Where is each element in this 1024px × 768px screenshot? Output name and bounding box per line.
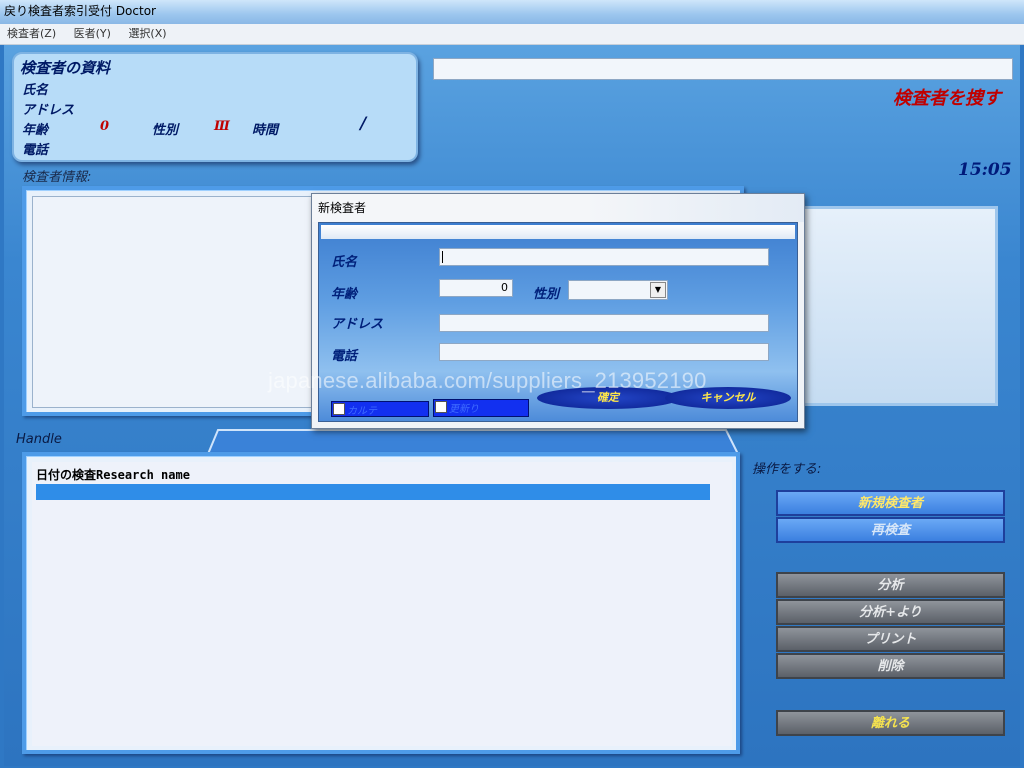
info-sex-label: 性別	[152, 123, 179, 138]
info-title: 検査者の資料	[20, 59, 111, 77]
patient-info-label: 検査者情報:	[22, 170, 92, 185]
info-time-label: 時間	[252, 123, 279, 138]
watermark: japanese.alibaba.com/suppliers_213952190	[268, 368, 707, 393]
menu-examiner[interactable]: 検査者(Z)	[0, 24, 63, 44]
handle-label: Handle	[16, 432, 62, 447]
info-phone-label: 電話	[22, 143, 49, 158]
dialog-name-label: 氏名	[331, 255, 358, 270]
dialog-phone-label: 電話	[331, 349, 358, 364]
dialog-chart-checkbox[interactable]: カルテ	[331, 401, 429, 417]
search-label[interactable]: 検査者を捜す	[893, 84, 1001, 110]
info-age-value: 0	[100, 119, 110, 134]
text-cursor	[442, 251, 443, 263]
dialog-update-checkbox[interactable]: 更新り	[433, 399, 529, 417]
preview-panel	[802, 206, 998, 406]
leave-button[interactable]: 離れる	[776, 710, 1005, 736]
dialog-title: 新検査者	[312, 194, 804, 222]
info-time-value: /	[360, 114, 367, 134]
delete-button[interactable]: 削除	[776, 653, 1005, 679]
dialog-address-input[interactable]	[439, 314, 769, 332]
analyze-more-button[interactable]: 分析+より	[776, 599, 1005, 625]
clock: 15:05	[958, 160, 1012, 180]
info-address-label: アドレス	[22, 103, 75, 118]
checkbox-box[interactable]	[333, 403, 345, 415]
list-item[interactable]	[36, 484, 710, 500]
research-list[interactable]: 日付の検査Research name	[32, 462, 732, 746]
info-age-label: 年齢	[22, 123, 49, 138]
dialog-chart-checkbox-label: カルテ	[347, 406, 377, 417]
research-list-header: 日付の検査Research name	[36, 468, 190, 482]
menu-doctor[interactable]: 医者(Y)	[67, 24, 118, 44]
window-title-bar: 戻り検査者索引受付 Doctor	[0, 0, 1024, 24]
dialog-phone-input[interactable]	[439, 343, 769, 361]
operations-label: 操作をする:	[752, 462, 822, 477]
menu-bar: 検査者(Z) 医者(Y) 選択(X)	[0, 24, 1024, 45]
checkbox-box[interactable]	[435, 401, 447, 413]
dialog-age-label: 年齢	[331, 287, 358, 302]
analyze-button[interactable]: 分析	[776, 572, 1005, 598]
dialog-sex-label: 性別	[533, 287, 560, 302]
research-list-panel: 日付の検査Research name	[22, 452, 740, 754]
chevron-down-icon[interactable]: ▼	[650, 282, 666, 298]
dialog-age-input[interactable]: 0	[439, 279, 513, 297]
print-button[interactable]: プリント	[776, 626, 1005, 652]
info-sex-value: Ⅲ	[214, 119, 230, 134]
menu-select[interactable]: 選択(X)	[121, 24, 173, 44]
dialog-name-input[interactable]	[439, 248, 769, 266]
dialog-sex-select[interactable]: ▼	[568, 280, 668, 300]
info-name-label: 氏名	[22, 83, 49, 98]
dialog-update-checkbox-label: 更新り	[449, 404, 479, 415]
new-patient-button[interactable]: 新規検査者	[776, 490, 1005, 516]
dialog-header-strip	[321, 225, 795, 239]
patient-info-box: 検査者の資料 氏名 アドレス 年齢 0 性別 Ⅲ 時間 / 電話	[12, 52, 418, 162]
window-title: 戻り検査者索引受付 Doctor	[4, 4, 156, 18]
recheck-button[interactable]: 再検査	[776, 517, 1005, 543]
search-input[interactable]	[433, 58, 1013, 80]
dialog-address-label: アドレス	[331, 317, 384, 332]
